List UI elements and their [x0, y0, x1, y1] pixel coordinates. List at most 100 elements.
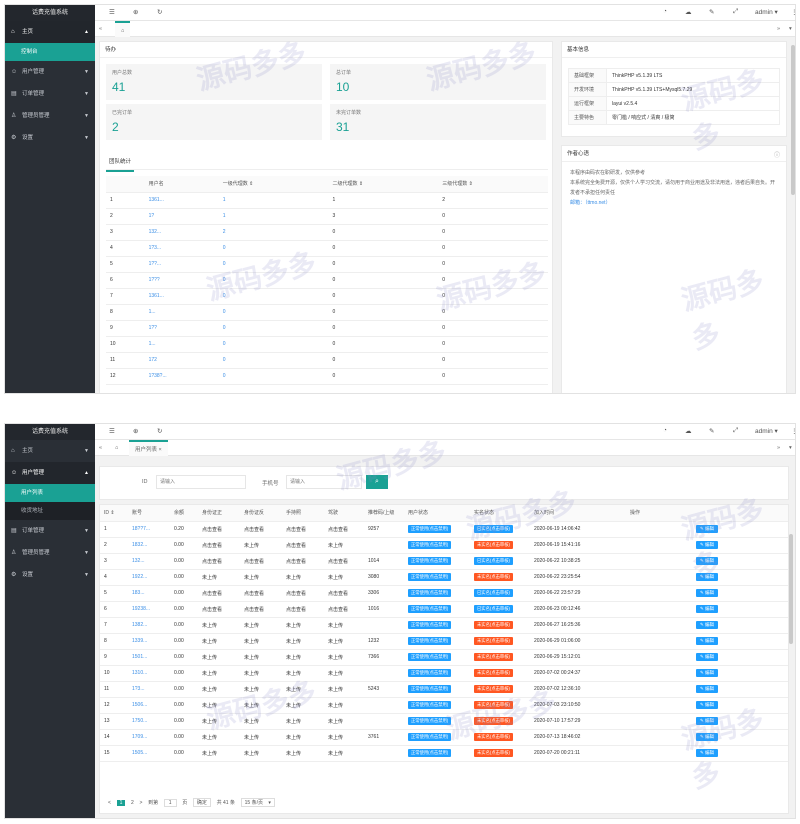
username-link[interactable]: 1???	[144, 272, 219, 289]
status-toggle-badge[interactable]: 正常使用(点击禁用)	[408, 605, 452, 613]
verify-status-badge[interactable]: 未实名(点击审核)	[474, 701, 513, 709]
cell-text[interactable]: 点击查看	[286, 607, 306, 613]
status-toggle-badge[interactable]: 正常使用(点击禁用)	[408, 701, 452, 709]
column-header[interactable]: ID ⇕	[100, 505, 128, 522]
username-link[interactable]: 172	[144, 352, 219, 369]
edit-button[interactable]: ✎ 编辑	[695, 621, 719, 629]
verify-status-badge[interactable]: 未实名(点击审核)	[474, 621, 513, 629]
cell-text[interactable]: 点击查看	[328, 607, 348, 613]
more-icon[interactable]: ⋮	[791, 427, 795, 435]
goto-page-input[interactable]: 1	[163, 799, 177, 807]
cell-text[interactable]: 点击查看	[244, 591, 264, 597]
sidebar-item-console[interactable]: 控制台	[5, 43, 95, 61]
sidebar-item-home[interactable]: ⌂ 主页 ▲	[5, 21, 95, 43]
edit-button[interactable]: ✎ 编辑	[695, 589, 719, 597]
tabs-dropdown-icon[interactable]: ▾	[789, 21, 792, 37]
cell-text[interactable]: 点击查看	[244, 527, 264, 533]
username-link[interactable]: 1...	[144, 304, 219, 321]
edit-button[interactable]: ✎ 编辑	[695, 525, 719, 533]
page-size-select[interactable]: 15 条/页 ▾	[240, 798, 275, 807]
close-icon[interactable]: ×	[159, 447, 162, 453]
sidebar-item-settings[interactable]: ⚙ 设置 ▼	[5, 127, 95, 149]
verify-status-badge[interactable]: 已实名(点击审核)	[474, 605, 513, 613]
status-toggle-badge[interactable]: 正常使用(点击禁用)	[408, 589, 452, 597]
cell-text[interactable]: 点击查看	[202, 543, 222, 549]
phone-search-input[interactable]	[286, 475, 362, 489]
edit-button[interactable]: ✎ 编辑	[695, 637, 719, 645]
edit-button[interactable]: ✎ 编辑	[695, 541, 719, 549]
status-toggle-badge[interactable]: 正常使用(点击禁用)	[408, 621, 452, 629]
cell-text[interactable]: 点击查看	[286, 591, 306, 597]
tab-home-icon[interactable]: ⌂	[115, 21, 131, 37]
edit-button[interactable]: ✎ 编辑	[695, 749, 719, 757]
sidebar-item-users[interactable]: ☺ 用户管理 ▲	[5, 462, 95, 484]
username-link[interactable]: 1361...	[144, 192, 219, 209]
tabs-right-icon[interactable]: »	[777, 440, 780, 456]
verify-status-badge[interactable]: 已实名(点击审核)	[474, 589, 513, 597]
page-2-button[interactable]: 2	[131, 800, 134, 806]
sidebar-item-recharge[interactable]: 收货地址	[5, 502, 95, 520]
cell-text[interactable]: 点击查看	[328, 591, 348, 597]
tab-ranking[interactable]: 团队统计	[106, 154, 135, 172]
fullscreen-icon[interactable]: ⤢	[733, 427, 738, 435]
cell-text[interactable]: 点击查看	[286, 527, 306, 533]
tabs-left-icon[interactable]: «	[99, 21, 102, 37]
verify-status-badge[interactable]: 未实名(点击审核)	[474, 669, 513, 677]
verify-status-badge[interactable]: 已实名(点击审核)	[474, 525, 513, 533]
note-icon[interactable]: ✎	[709, 8, 714, 16]
sidebar-item-admin[interactable]: ♙ 管理员管理 ▼	[5, 542, 95, 564]
status-toggle-badge[interactable]: 正常使用(点击禁用)	[408, 749, 452, 757]
sidebar-item-orders[interactable]: ▤ 订单管理 ▼	[5, 83, 95, 105]
admin-menu[interactable]: admin ▾	[755, 8, 778, 16]
status-toggle-badge[interactable]: 正常使用(点击禁用)	[408, 717, 452, 725]
username-link[interactable]: 1??	[144, 320, 219, 337]
cell-text[interactable]: 点击查看	[286, 559, 306, 565]
sidebar-item-home[interactable]: ⌂ 主页 ▼	[5, 440, 95, 462]
edit-button[interactable]: ✎ 编辑	[695, 653, 719, 661]
tabs-left-icon[interactable]: «	[99, 440, 102, 456]
username-link[interactable]: 132...	[144, 224, 219, 241]
cell-text[interactable]: 点击查看	[328, 527, 348, 533]
id-search-input[interactable]	[156, 475, 246, 489]
verify-status-badge[interactable]: 未实名(点击审核)	[474, 573, 513, 581]
tabs-right-icon[interactable]: »	[777, 21, 780, 37]
scrollbar[interactable]	[789, 534, 793, 644]
status-toggle-badge[interactable]: 正常使用(点击禁用)	[408, 573, 452, 581]
verify-status-badge[interactable]: 未实名(点击审核)	[474, 733, 513, 741]
edit-button[interactable]: ✎ 编辑	[695, 701, 719, 709]
theme-icon[interactable]: ☁	[685, 8, 692, 16]
note-icon[interactable]: ✎	[709, 427, 714, 435]
column-header[interactable]: 二级代理数 ⇕	[328, 176, 439, 193]
username-link[interactable]: 1??...	[144, 256, 219, 273]
cell-text[interactable]: 点击查看	[328, 559, 348, 565]
cell-text[interactable]: 点击查看	[202, 591, 222, 597]
refresh-icon[interactable]: ↻	[157, 8, 162, 16]
cell-text[interactable]: 点击查看	[202, 527, 222, 533]
status-toggle-badge[interactable]: 正常使用(点击禁用)	[408, 653, 452, 661]
sidebar-item-admin[interactable]: ♙ 管理员管理 ▼	[5, 105, 95, 127]
sidebar-item-settings[interactable]: ⚙ 设置 ▼	[5, 564, 95, 586]
author-link[interactable]: 邮箱：（ttmo.net）	[570, 198, 778, 208]
theme-icon[interactable]: ☁	[685, 427, 692, 435]
sidebar-item-user-list[interactable]: 用户列表	[5, 484, 95, 502]
status-toggle-badge[interactable]: 正常使用(点击禁用)	[408, 541, 452, 549]
edit-button[interactable]: ✎ 编辑	[695, 685, 719, 693]
edit-button[interactable]: ✎ 编辑	[695, 605, 719, 613]
cell-text[interactable]: 点击查看	[244, 559, 264, 565]
edit-button[interactable]: ✎ 编辑	[695, 573, 719, 581]
cell-text[interactable]: 点击查看	[286, 543, 306, 549]
edit-button[interactable]: ✎ 编辑	[695, 717, 719, 725]
username-link[interactable]: 1?38?...	[144, 368, 219, 385]
search-button[interactable]: ⌕	[366, 475, 388, 489]
bell-icon[interactable]: ◔	[663, 427, 667, 434]
status-toggle-badge[interactable]: 正常使用(点击禁用)	[408, 733, 452, 741]
username-link[interactable]: 1...	[144, 336, 219, 353]
sidebar-item-users[interactable]: ☺ 用户管理 ▼	[5, 61, 95, 83]
admin-menu[interactable]: admin ▾	[755, 427, 778, 435]
verify-status-badge[interactable]: 未实名(点击审核)	[474, 717, 513, 725]
status-toggle-badge[interactable]: 正常使用(点击禁用)	[408, 637, 452, 645]
next-page-button[interactable]: >	[140, 800, 143, 806]
prev-page-button[interactable]: <	[108, 800, 111, 806]
menu-toggle-icon[interactable]: ☰	[109, 427, 115, 435]
column-header[interactable]: 一级代理数 ⇕	[218, 176, 329, 193]
